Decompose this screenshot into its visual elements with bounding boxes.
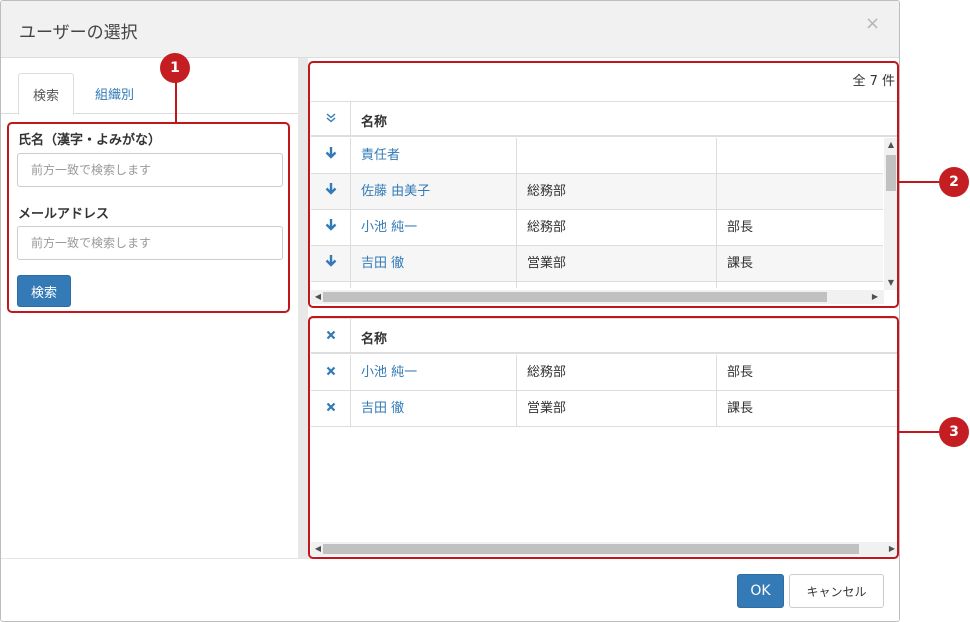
user-name-link[interactable]: 小池 純一 — [351, 355, 517, 390]
scrollbar-thumb[interactable] — [886, 155, 896, 191]
user-name-link[interactable]: 吉田 徹 — [351, 391, 517, 426]
user-name-link[interactable]: 責任者 — [351, 138, 517, 173]
remove-all-icon[interactable] — [311, 319, 351, 353]
callout-badge-3: 3 — [939, 417, 969, 447]
table-row[interactable]: 責任者 — [311, 138, 883, 174]
search-tabs: 検索 組織別 — [1, 73, 298, 115]
arrow-down-icon[interactable] — [311, 174, 351, 209]
selected-grid: 名称 小池 純一 総務部 部長 吉田 徹 営業部 課長 ◀ ▶ — [311, 318, 899, 558]
table-row[interactable]: 小池 純一 総務部 部長 — [311, 210, 883, 246]
results-vertical-scrollbar[interactable]: ▲ ▼ — [884, 138, 898, 290]
scroll-right-icon[interactable]: ▶ — [868, 290, 882, 304]
arrow-down-icon[interactable] — [311, 210, 351, 245]
cancel-button[interactable]: キャンセル — [789, 574, 884, 608]
table-row[interactable]: 吉田 徹 営業部 課長 — [311, 246, 883, 282]
table-row-partial — [311, 282, 883, 288]
user-title — [717, 174, 883, 209]
email-search-input[interactable] — [17, 226, 283, 260]
search-button[interactable]: 検索 — [17, 275, 71, 307]
name-field-label: 氏名（漢字・よみがな） — [18, 133, 162, 148]
table-row[interactable]: 吉田 徹 営業部 課長 — [311, 391, 899, 427]
scroll-up-icon[interactable]: ▲ — [884, 138, 898, 152]
results-column-name: 名称 — [361, 115, 388, 130]
tab-organization[interactable]: 組織別 — [81, 73, 148, 114]
user-title: 部長 — [727, 220, 754, 235]
pane-splitter[interactable] — [298, 58, 308, 558]
user-department: 営業部 — [517, 391, 717, 426]
user-department: 総務部 — [517, 174, 717, 209]
remove-icon[interactable] — [311, 391, 351, 426]
remove-icon[interactable] — [311, 355, 351, 390]
user-department — [517, 138, 717, 173]
callout-leader-3 — [899, 431, 939, 433]
callout-badge-1: 1 — [160, 53, 190, 83]
name-search-input[interactable] — [17, 153, 283, 187]
user-lists-panel: 全 7 件 名称 責任者 佐藤 由美子 総務部 小池 純一 総務部 部長 吉田 … — [308, 58, 899, 558]
user-department: 総務部 — [517, 210, 717, 245]
callout-badge-2: 2 — [939, 167, 969, 197]
scroll-right-icon[interactable]: ▶ — [885, 542, 899, 556]
ok-button[interactable]: OK — [737, 574, 784, 608]
tab-search[interactable]: 検索 — [18, 73, 75, 115]
user-department: 総務部 — [517, 355, 717, 390]
row-name-cell — [351, 282, 517, 288]
row-dept-cell — [517, 282, 717, 288]
user-name-link[interactable]: 小池 純一 — [351, 210, 517, 245]
scroll-down-icon[interactable]: ▼ — [884, 276, 898, 290]
user-name-link[interactable]: 佐藤 由美子 — [351, 174, 517, 209]
user-department: 営業部 — [517, 246, 717, 281]
user-title: 課長 — [727, 256, 754, 271]
result-count: 全 7 件 — [852, 74, 895, 89]
dialog-header: ユーザーの選択 × — [1, 1, 899, 58]
table-row[interactable]: 小池 純一 総務部 部長 — [311, 355, 899, 391]
callout-leader-1 — [175, 80, 177, 122]
user-select-dialog: ユーザーの選択 × 検索 組織別 氏名（漢字・よみがな） メールアドレス 検索 … — [0, 0, 900, 622]
close-icon[interactable]: × — [865, 13, 880, 34]
arrow-down-icon[interactable] — [311, 138, 351, 173]
scrollbar-thumb[interactable] — [323, 544, 859, 554]
dialog-footer: OK キャンセル — [1, 558, 899, 621]
callout-leader-2 — [899, 181, 939, 183]
user-name-link[interactable]: 吉田 徹 — [351, 246, 517, 281]
user-title — [717, 138, 883, 173]
results-horizontal-scrollbar[interactable]: ◀ ▶ — [311, 290, 884, 304]
search-panel: 検索 組織別 氏名（漢字・よみがな） メールアドレス 検索 — [1, 58, 298, 558]
scrollbar-thumb[interactable] — [323, 292, 827, 302]
results-header: 名称 — [311, 101, 899, 137]
row-icon-cell — [311, 282, 351, 288]
dialog-title: ユーザーの選択 — [19, 23, 138, 43]
user-title: 部長 — [727, 365, 754, 380]
add-all-icon[interactable] — [311, 102, 351, 136]
email-field-label: メールアドレス — [18, 207, 110, 222]
results-grid: 名称 責任者 佐藤 由美子 総務部 小池 純一 総務部 部長 吉田 徹 営業部 … — [311, 101, 899, 306]
table-row[interactable]: 佐藤 由美子 総務部 — [311, 174, 883, 210]
arrow-down-icon[interactable] — [311, 246, 351, 281]
selected-column-name: 名称 — [361, 332, 388, 347]
selected-header: 名称 — [311, 318, 899, 354]
user-title: 課長 — [727, 401, 754, 416]
selected-horizontal-scrollbar[interactable]: ◀ ▶ — [311, 542, 899, 556]
